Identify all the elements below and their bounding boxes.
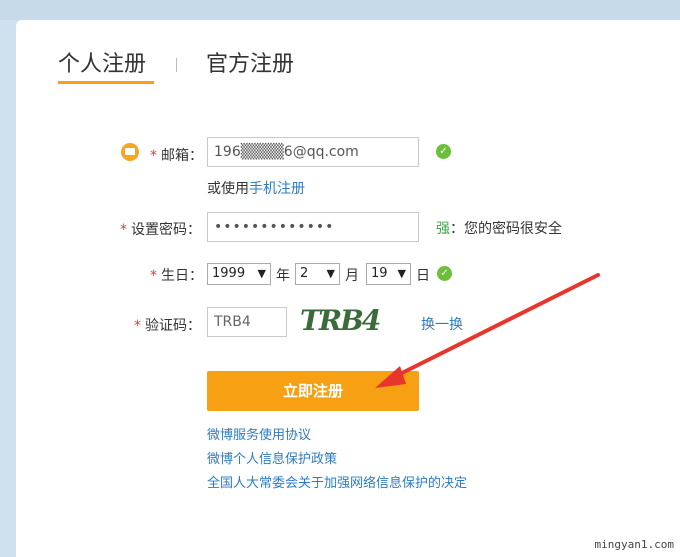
dropdown-arrow-icon: ▼ xyxy=(257,267,266,280)
active-tab-underline xyxy=(58,81,154,84)
tab-personal-register[interactable]: 个人注册 xyxy=(58,46,146,78)
service-agreement-link[interactable]: 微博服务使用协议 xyxy=(207,424,311,443)
birth-month-select[interactable]: 2 ▼ xyxy=(295,263,340,285)
birth-day-select[interactable]: 19 ▼ xyxy=(366,263,411,285)
phone-register-hint: 或使用手机注册 xyxy=(207,178,305,198)
birthday-label-text: 生日： xyxy=(161,268,203,284)
register-now-button[interactable]: 立即注册 xyxy=(207,371,419,411)
required-mark: * xyxy=(150,268,157,284)
password-field[interactable]: ••••••••••••• xyxy=(207,212,419,242)
email-valid-check-icon: ✓ xyxy=(436,144,451,159)
dropdown-arrow-icon: ▼ xyxy=(397,267,406,280)
password-strength-message: ：您的密码很安全 xyxy=(450,221,562,237)
tab-divider xyxy=(176,58,177,72)
password-label-text: 设置密码： xyxy=(131,222,201,238)
page-background xyxy=(0,0,680,20)
required-mark: * xyxy=(150,148,157,164)
password-strength: 强：您的密码很安全 xyxy=(436,218,562,238)
birth-year-value: 1999 xyxy=(212,266,246,281)
watermark: mingyan1.com xyxy=(594,538,674,551)
captcha-image[interactable]: TRB4 xyxy=(300,304,394,338)
month-unit: 月 xyxy=(345,268,359,284)
password-label: * 设置密码： xyxy=(120,219,201,239)
day-unit: 日 xyxy=(416,268,430,284)
year-unit: 年 xyxy=(276,268,290,284)
phone-register-link[interactable]: 手机注册 xyxy=(249,181,305,197)
captcha-label-text: 验证码： xyxy=(145,318,201,334)
required-mark: * xyxy=(120,222,127,238)
network-info-protection-link[interactable]: 全国人大常委会关于加强网络信息保护的决定 xyxy=(207,472,467,491)
email-label-text: 邮箱： xyxy=(161,148,203,164)
birth-month-value: 2 xyxy=(300,266,309,281)
tab-official-register[interactable]: 官方注册 xyxy=(206,46,294,78)
captcha-refresh-link[interactable]: 换一换 xyxy=(421,314,463,334)
email-label: * 邮箱： xyxy=(150,145,203,165)
birth-day-value: 19 xyxy=(371,266,388,281)
captcha-label: * 验证码： xyxy=(134,315,201,335)
dropdown-arrow-icon: ▼ xyxy=(326,267,335,280)
privacy-policy-link[interactable]: 微博个人信息保护政策 xyxy=(207,448,337,467)
captcha-input[interactable]: TRB4 xyxy=(207,307,287,337)
email-field[interactable]: 196▒▒▒▒6@qq.com xyxy=(207,137,419,167)
birthday-label: * 生日： xyxy=(150,265,203,285)
birthday-valid-check-icon: ✓ xyxy=(437,266,452,281)
required-mark: * xyxy=(134,318,141,334)
birth-year-select[interactable]: 1999 ▼ xyxy=(207,263,271,285)
password-strength-level: 强 xyxy=(436,221,450,237)
phone-register-prefix: 或使用 xyxy=(207,181,249,197)
mail-icon xyxy=(121,143,139,161)
